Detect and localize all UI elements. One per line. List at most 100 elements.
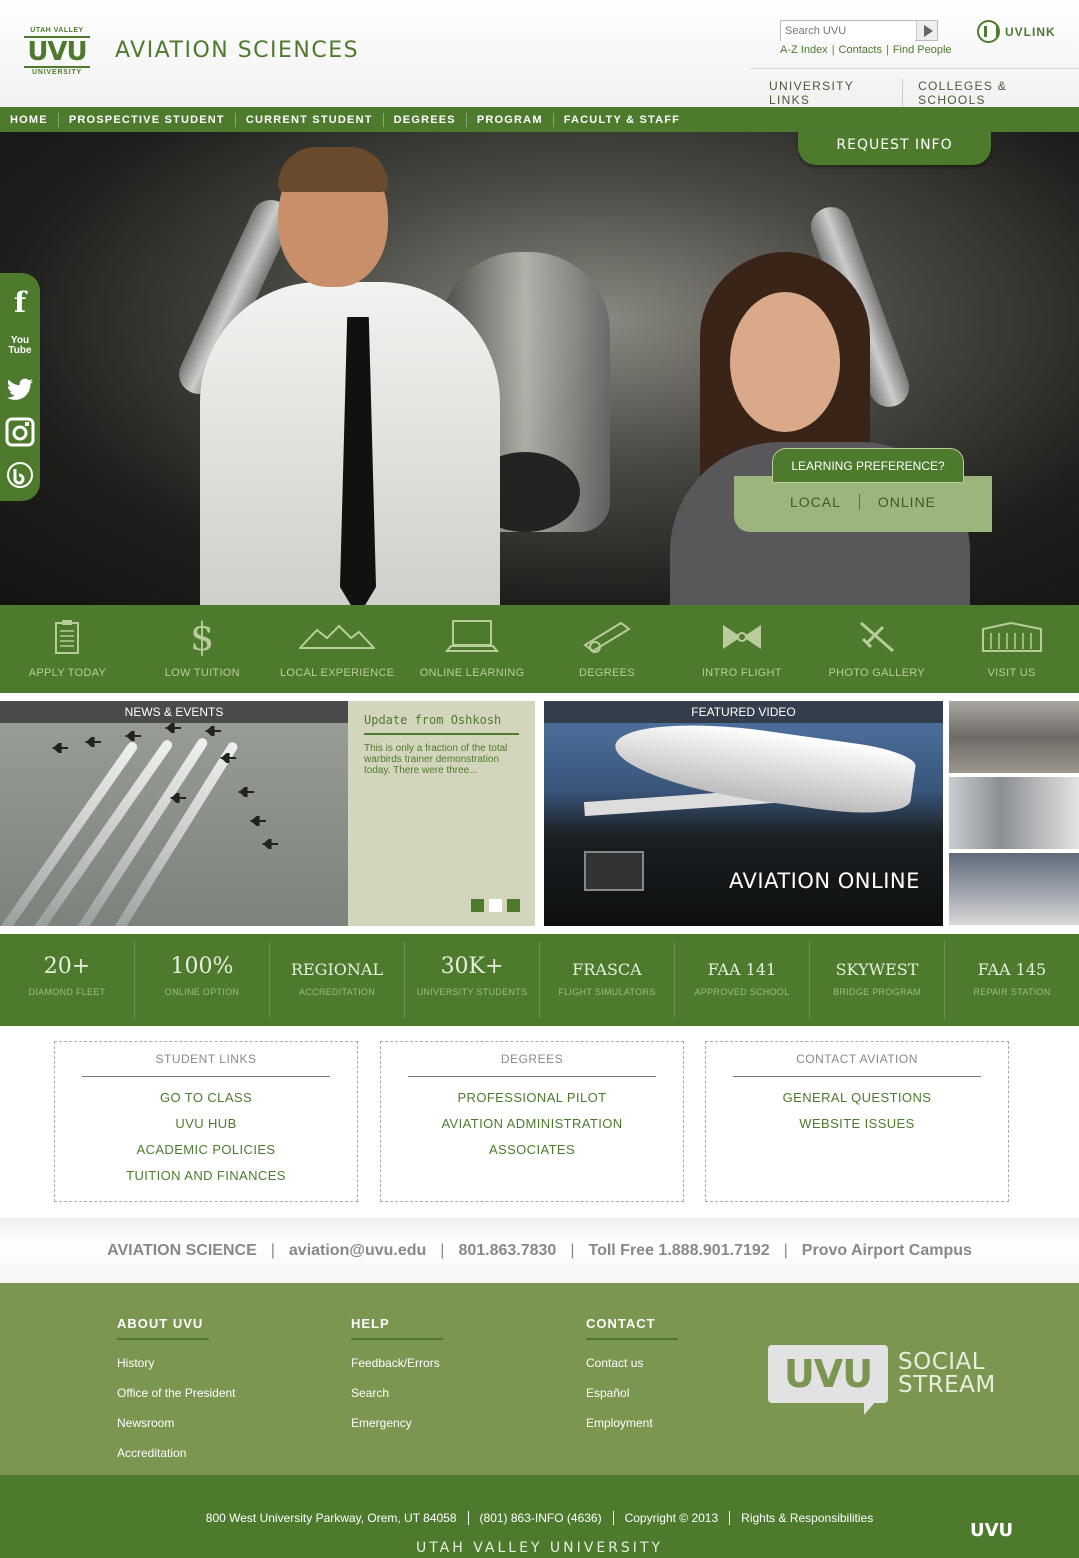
- social-stream-line2: STREAM: [898, 1372, 996, 1398]
- accreditation-link[interactable]: Accreditation: [117, 1446, 236, 1460]
- social-sidebar: f You Tube: [0, 273, 40, 501]
- news-body: This is only a fraction of the total war…: [364, 743, 508, 776]
- associates-link[interactable]: ASSOCIATES: [381, 1137, 683, 1163]
- uvu-logo[interactable]: UTAH VALLEY UVU UNIVERSITY: [24, 26, 90, 80]
- nav-faculty-staff[interactable]: FACULTY & STAFF: [554, 113, 690, 127]
- pilot-figure: [200, 147, 500, 605]
- video-thumbnails: [949, 701, 1079, 929]
- stat-item: 100% ONLINE OPTION: [135, 942, 270, 1018]
- social-stream-logo: UVU: [768, 1345, 888, 1415]
- news-title[interactable]: Update from Oshkosh: [364, 713, 519, 735]
- top-links: UNIVERSITY LINKS COLLEGES & SCHOOLS: [769, 79, 1079, 107]
- stats-bar: 20+ DIAMOND FLEET 100% ONLINE OPTION REGIO…: [0, 934, 1079, 1026]
- youtube-icon[interactable]: You Tube: [0, 324, 40, 367]
- espanol-link[interactable]: Español: [586, 1386, 678, 1400]
- site-header: UTAH VALLEY UVU UNIVERSITY AVIATION SCIE…: [0, 0, 1079, 107]
- degrees-link[interactable]: DEGREES: [540, 605, 675, 693]
- mountains-icon: [270, 617, 405, 657]
- website-issues-link[interactable]: WEBSITE ISSUES: [706, 1111, 1008, 1137]
- academic-policies-link[interactable]: ACADEMIC POLICIES: [55, 1137, 357, 1163]
- nav-home[interactable]: HOME: [0, 112, 59, 127]
- photo-gallery-link[interactable]: PHOTO GALLERY: [809, 605, 944, 693]
- visit-us-link[interactable]: VISIT US: [944, 605, 1079, 693]
- intro-flight-link[interactable]: INTRO FLIGHT: [674, 605, 809, 693]
- nav-prospective-student[interactable]: PROSPECTIVE STUDENT: [59, 112, 236, 127]
- footer-heading: CONTACT: [586, 1316, 678, 1340]
- emergency-link[interactable]: Emergency: [351, 1416, 443, 1430]
- dollar-icon: $: [190, 615, 215, 659]
- history-link[interactable]: History: [117, 1356, 236, 1370]
- footer-heading: ABOUT UVU: [117, 1316, 209, 1340]
- stat-item: FAA 145 REPAIR STATION: [973, 960, 1051, 997]
- box-title: STUDENT LINKS: [155, 1052, 257, 1066]
- search-box: [780, 20, 938, 41]
- search-submit-button[interactable]: [916, 21, 937, 40]
- twitter-icon[interactable]: [0, 367, 40, 410]
- find-people-link[interactable]: Find People: [893, 44, 952, 56]
- uvu-hub-link[interactable]: UVU HUB: [55, 1111, 357, 1137]
- header-quick-links: A-Z Index | Contacts | Find People: [780, 44, 952, 56]
- online-learning-link[interactable]: ONLINE LEARNING: [405, 605, 540, 693]
- nav-degrees[interactable]: DEGREES: [384, 112, 467, 127]
- university-links-menu[interactable]: UNIVERSITY LINKS: [769, 79, 902, 107]
- news-image[interactable]: NEWS & EVENTS: [0, 701, 348, 926]
- apply-today-link[interactable]: APPLY TODAY: [0, 605, 135, 693]
- box-title: CONTACT AVIATION: [796, 1052, 918, 1066]
- news-pager-dot-2[interactable]: [489, 899, 502, 912]
- video-thumbnail-3[interactable]: [949, 853, 1079, 925]
- general-questions-link[interactable]: GENERAL QUESTIONS: [706, 1085, 1008, 1111]
- student-figure: [670, 252, 1000, 605]
- news-pager-dot-1[interactable]: [471, 899, 484, 912]
- instagram-icon[interactable]: [0, 410, 40, 453]
- email-link[interactable]: aviation@uvu.edu: [257, 1242, 426, 1260]
- colleges-schools-menu[interactable]: COLLEGES & SCHOOLS: [902, 79, 1079, 107]
- uvlink-link[interactable]: UVLINK: [977, 20, 1056, 43]
- aviation-administration-link[interactable]: AVIATION ADMINISTRATION: [381, 1111, 683, 1137]
- video-thumbnail-2[interactable]: [949, 777, 1079, 849]
- contact-us-link[interactable]: Contact us: [586, 1356, 678, 1370]
- footer-about-column: ABOUT UVU History Office of the Presiden…: [117, 1316, 236, 1460]
- copyright-text: Copyright © 2013: [612, 1511, 730, 1525]
- laptop-icon: [405, 617, 540, 657]
- news-pager-dot-3[interactable]: [507, 899, 520, 912]
- featured-video[interactable]: FEATURED VIDEO AVIATION ONLINE: [544, 701, 943, 926]
- site-title[interactable]: AVIATION SCIENCES: [115, 38, 359, 63]
- blog-icon[interactable]: [0, 453, 40, 496]
- office-president-link[interactable]: Office of the President: [117, 1386, 236, 1400]
- uvlink-label: UVLINK: [1005, 24, 1056, 39]
- nav-program[interactable]: PROGRAM: [467, 112, 554, 127]
- phone-number: 801.863.7830: [426, 1242, 556, 1260]
- online-option[interactable]: ONLINE: [858, 494, 954, 510]
- diploma-icon: [540, 617, 675, 657]
- video-thumbnail-1[interactable]: [949, 701, 1079, 773]
- search-input[interactable]: [781, 21, 915, 41]
- featured-video-header: FEATURED VIDEO: [544, 701, 943, 723]
- rights-responsibilities-link[interactable]: Rights & Responsibilities: [729, 1511, 884, 1525]
- go-to-class-link[interactable]: GO TO CLASS: [55, 1085, 357, 1111]
- professional-pilot-link[interactable]: PROFESSIONAL PILOT: [381, 1085, 683, 1111]
- local-option[interactable]: LOCAL: [772, 494, 859, 510]
- nav-current-student[interactable]: CURRENT STUDENT: [236, 112, 384, 127]
- feedback-link[interactable]: Feedback/Errors: [351, 1356, 443, 1370]
- social-stream-link[interactable]: UVU SOCIAL STREAM: [768, 1345, 996, 1415]
- employment-link[interactable]: Employment: [586, 1416, 678, 1430]
- facebook-icon[interactable]: f: [0, 281, 40, 324]
- bottom-uvu-logo[interactable]: UVU: [970, 1520, 1013, 1541]
- footer-search-link[interactable]: Search: [351, 1386, 443, 1400]
- header-divider: [750, 68, 1079, 69]
- az-index-link[interactable]: A-Z Index: [780, 44, 828, 56]
- local-experience-link[interactable]: LOCAL EXPERIENCE: [270, 605, 405, 693]
- uvlink-icon: [977, 20, 1000, 43]
- clipboard-icon: [0, 617, 135, 657]
- learning-preference-tab: LEARNING PREFERENCE?: [772, 448, 964, 483]
- building-icon: [944, 617, 1079, 657]
- main-nav: HOME PROSPECTIVE STUDENT CURRENT STUDENT…: [0, 107, 1079, 132]
- low-tuition-link[interactable]: $ LOW TUITION: [135, 605, 270, 693]
- video-laptop: [584, 851, 644, 891]
- tuition-finances-link[interactable]: TUITION AND FINANCES: [55, 1163, 357, 1189]
- bottom-links: 800 West University Parkway, Orem, UT 84…: [0, 1511, 1079, 1525]
- contacts-link[interactable]: Contacts: [839, 44, 882, 56]
- propeller-icon: [674, 617, 809, 657]
- request-info-button[interactable]: REQUEST INFO: [798, 130, 991, 165]
- newsroom-link[interactable]: Newsroom: [117, 1416, 236, 1430]
